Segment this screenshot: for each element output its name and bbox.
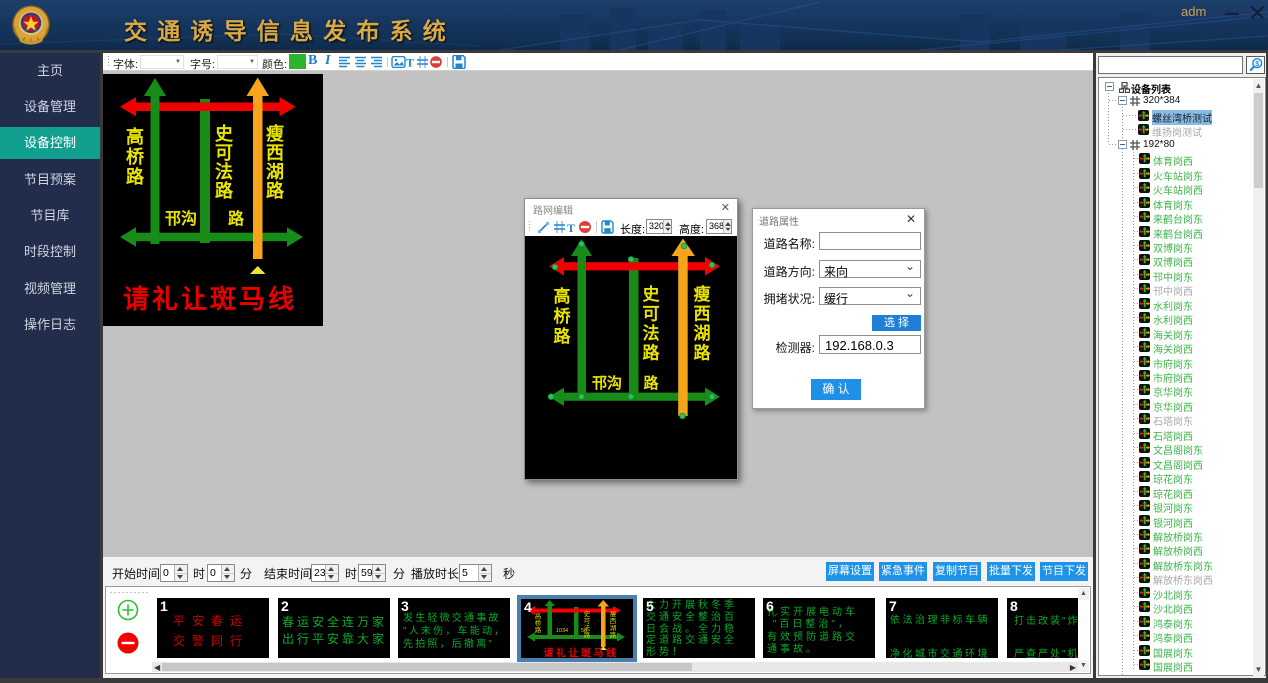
svg-text:高: 高 — [554, 286, 571, 306]
svg-text:路: 路 — [694, 343, 712, 363]
svg-text:西: 西 — [610, 617, 617, 625]
svg-text:路: 路 — [126, 166, 145, 187]
svg-text:T: T — [567, 221, 575, 234]
svg-text:请礼让斑马线: 请礼让斑马线 — [544, 647, 619, 659]
svg-text:58: 58 — [581, 628, 587, 634]
svg-text:瘦: 瘦 — [610, 609, 617, 618]
svg-text:可: 可 — [643, 305, 660, 324]
svg-text:1034: 1034 — [556, 628, 568, 634]
svg-text:湖: 湖 — [694, 324, 711, 343]
svg-text:路: 路 — [228, 209, 245, 228]
svg-text:西: 西 — [266, 143, 284, 163]
svg-text:湖: 湖 — [610, 623, 617, 632]
svg-text:史: 史 — [215, 123, 234, 144]
svg-text:路: 路 — [554, 326, 572, 346]
svg-text:请礼让斑马线: 请礼让斑马线 — [123, 284, 297, 314]
svg-text:瘦: 瘦 — [694, 284, 711, 304]
svg-text:可: 可 — [215, 143, 233, 163]
svg-text:高: 高 — [126, 126, 144, 147]
svg-text:邗沟: 邗沟 — [165, 209, 197, 228]
svg-text:路: 路 — [643, 374, 659, 392]
svg-text:湖: 湖 — [266, 162, 284, 182]
svg-text:路: 路 — [266, 180, 285, 201]
svg-text:路: 路 — [610, 630, 617, 639]
svg-text:路: 路 — [643, 343, 661, 363]
svg-text:高: 高 — [535, 611, 542, 620]
svg-text:邗沟: 邗沟 — [592, 374, 622, 392]
svg-text:可: 可 — [584, 617, 591, 625]
svg-text:路: 路 — [535, 625, 542, 634]
svg-text:史: 史 — [643, 284, 661, 304]
svg-text:法: 法 — [643, 323, 660, 343]
svg-text:$: $ — [1255, 61, 1259, 68]
svg-text:史: 史 — [584, 609, 591, 618]
svg-text:桥: 桥 — [126, 146, 145, 167]
svg-text:法: 法 — [215, 161, 233, 182]
svg-text:桥: 桥 — [554, 307, 572, 326]
svg-text:西: 西 — [694, 305, 711, 324]
svg-text:桥: 桥 — [535, 618, 542, 627]
svg-text:T: T — [406, 56, 414, 68]
svg-text:路: 路 — [215, 180, 234, 201]
svg-text:瘦: 瘦 — [266, 123, 284, 144]
